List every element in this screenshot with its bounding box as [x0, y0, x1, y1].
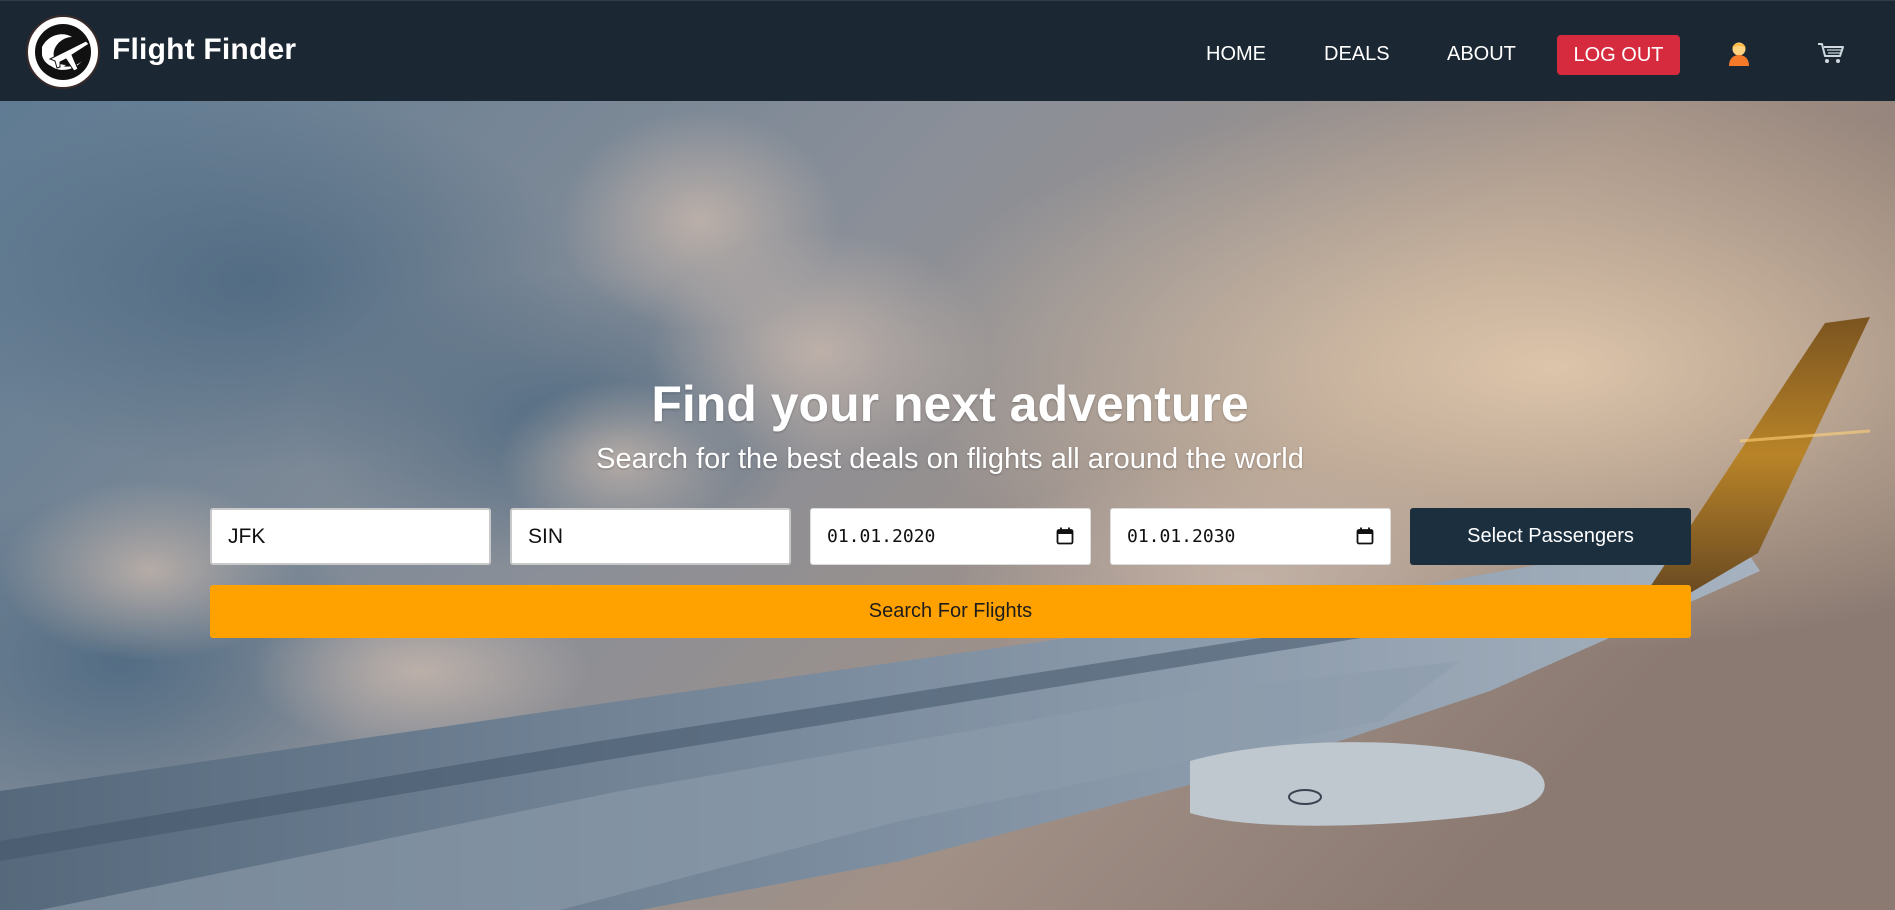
plane-globe-icon[interactable] — [26, 15, 100, 89]
nav-home-link[interactable]: HOME — [1206, 43, 1266, 66]
top-navbar: Flight Finder HOME DEALS ABOUT LOG OUT — [0, 0, 1895, 101]
hero-section: Find your next adventure Search for the … — [0, 101, 1895, 910]
select-passengers-button[interactable]: Select Passengers — [1410, 508, 1691, 565]
calendar-icon[interactable] — [1056, 527, 1074, 545]
departure-date-input[interactable]: 01.01.2020 — [810, 508, 1091, 565]
cart-icon[interactable] — [1817, 41, 1845, 65]
hero-subtitle: Search for the best deals on flights all… — [596, 443, 1304, 475]
nav-about-link[interactable]: ABOUT — [1447, 43, 1516, 66]
return-date-value: 01.01.2030 — [1127, 526, 1236, 547]
nav-deals-link[interactable]: DEALS — [1324, 43, 1390, 66]
destination-input[interactable]: SIN — [510, 508, 791, 565]
flight-finder-page: Flight Finder HOME DEALS ABOUT LOG OUT F… — [0, 0, 1895, 910]
hero-title: Find your next adventure — [651, 376, 1249, 432]
logout-button[interactable]: LOG OUT — [1557, 35, 1680, 75]
search-flights-button[interactable]: Search For Flights — [210, 585, 1691, 638]
calendar-icon[interactable] — [1356, 527, 1374, 545]
departure-date-value: 01.01.2020 — [827, 526, 936, 547]
origin-input[interactable]: JFK — [210, 508, 491, 565]
user-icon[interactable] — [1726, 39, 1752, 67]
brand-name[interactable]: Flight Finder — [112, 33, 296, 67]
return-date-input[interactable]: 01.01.2030 — [1110, 508, 1391, 565]
sky-airplane-wing-background — [0, 101, 1895, 910]
